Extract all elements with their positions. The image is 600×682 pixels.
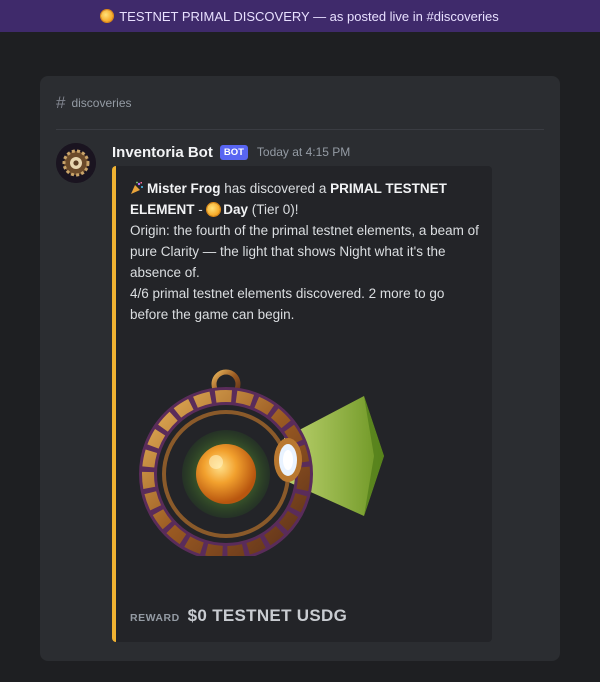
element-name: Day (223, 202, 249, 217)
sun-icon (101, 10, 114, 22)
progress-text: 4/6 primal testnet elements discovered. … (130, 286, 445, 322)
discoverer-name: Mister Frog (147, 181, 221, 196)
hash-icon: # (56, 93, 66, 112)
reward-row: REWARD $0 TESTNET USDG (130, 606, 347, 626)
banner-text: TESTNET PRIMAL DISCOVERY — as posted liv… (119, 8, 499, 24)
bot-avatar-icon (56, 143, 96, 183)
sun-icon (206, 203, 220, 216)
embed-description: Mister Frog has discovered a PRIMAL TEST… (130, 178, 480, 325)
message-embed: Mister Frog has discovered a PRIMAL TEST… (112, 166, 492, 642)
party-popper-icon (131, 181, 143, 194)
discord-message-card: # discoveries Inventoria Bot BOT Today a… (40, 76, 560, 661)
dash-text: - (194, 202, 207, 217)
avatar[interactable] (56, 143, 96, 183)
discovery-line: Mister Frog has discovered a PRIMAL TEST… (130, 178, 480, 220)
channel-name: discoveries (71, 96, 132, 110)
reward-label: REWARD (130, 612, 180, 624)
discovery-text: has discovered a (220, 181, 331, 196)
origin-text: Origin: the fourth of the primal testnet… (130, 223, 479, 280)
top-banner: TESTNET PRIMAL DISCOVERY — as posted liv… (0, 0, 600, 32)
channel-header[interactable]: # discoveries (56, 93, 544, 130)
day-element-amulet-image[interactable] (134, 356, 394, 556)
timestamp[interactable]: Today at 4:15 PM (257, 145, 350, 159)
tier-text: (Tier 0)! (248, 202, 299, 217)
reward-value: $0 TESTNET USDG (187, 606, 348, 625)
bot-badge: BOT (219, 144, 248, 160)
message-header: Inventoria Bot BOT Today at 4:15 PM (112, 143, 350, 161)
author-name[interactable]: Inventoria Bot (112, 144, 213, 161)
